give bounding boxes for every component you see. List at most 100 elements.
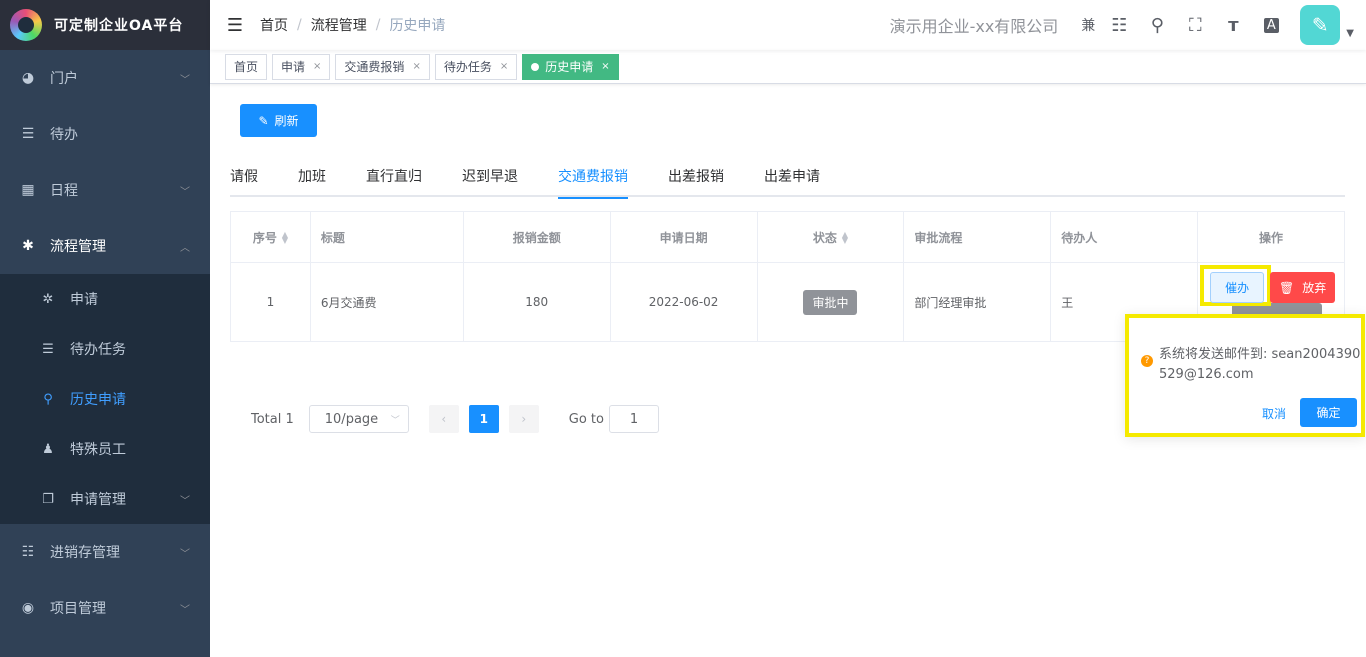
tab-item[interactable]: 迟到早退: [442, 164, 538, 197]
cell-date: 2022-06-02: [609, 262, 758, 342]
tag-label: 历史申请: [545, 60, 594, 74]
breadcrumb-current: 历史申请: [389, 18, 446, 34]
prev-page-button[interactable]: ‹: [428, 405, 459, 433]
list-icon: ☰: [21, 126, 35, 142]
task-list-icon: ☰: [42, 341, 54, 357]
sidebar-item[interactable]: ☰ 待办: [0, 106, 210, 162]
sidebar-item[interactable]: ⚲ 历史申请: [0, 374, 210, 424]
sidebar-item-label: 申请: [70, 292, 98, 308]
sidebar-item-label: 流程管理: [50, 239, 106, 255]
urge-button[interactable]: 催办: [1210, 272, 1265, 303]
tab-item[interactable]: 加班: [278, 164, 346, 197]
tab-item[interactable]: 出差报销: [648, 164, 744, 197]
tag-item[interactable]: 历史申请 ×: [522, 53, 619, 80]
search-icon[interactable]: ⚲: [1138, 15, 1176, 36]
cell-title: 6月交通费: [309, 262, 464, 342]
breadcrumb-separator: /: [375, 17, 381, 33]
sort-icon[interactable]: ▲ ▼: [842, 231, 848, 245]
close-icon[interactable]: ×: [313, 61, 321, 72]
sidebar-item[interactable]: ▦ 日程 ﹀: [0, 162, 210, 218]
th-amount: 报销金额: [462, 211, 611, 263]
page-number-current[interactable]: 1: [468, 405, 499, 433]
app-title: 可定制企业OA平台: [54, 18, 184, 34]
sidebar-item[interactable]: ☰ 待办任务: [0, 324, 210, 374]
tag-label: 交通费报销: [344, 60, 405, 74]
sidebar-item-label: 门户: [50, 71, 78, 87]
copy-icon: ❐: [42, 491, 54, 507]
abandon-button[interactable]: 🗑 放弃: [1270, 272, 1336, 303]
th-actions: 操作: [1197, 211, 1345, 263]
chevron-icon: ﹀: [180, 74, 190, 86]
tabs: 请假 加班 直行直归 迟到早退 交通费报销 出差报销 出差申请: [230, 164, 1345, 199]
breadcrumb-workflow[interactable]: 流程管理: [311, 15, 367, 35]
chevron-icon: ︿: [180, 242, 190, 254]
tab-item[interactable]: 交通费报销: [538, 164, 648, 199]
sidebar-item[interactable]: ✲ 申请: [0, 274, 210, 324]
page-size-select[interactable]: 10/page ﹀: [308, 405, 409, 433]
sidebar-item[interactable]: ☷ 进销存管理 ﹀: [0, 524, 210, 580]
tag-item[interactable]: 交通费报销 ×: [335, 53, 430, 80]
pagination-total: Total 1: [251, 411, 294, 427]
abandon-label: 放弃: [1302, 281, 1327, 295]
breadcrumb-separator: /: [297, 17, 302, 33]
hamburger-icon[interactable]: ☰: [210, 15, 260, 36]
fullscreen-icon[interactable]: ⛶: [1176, 15, 1214, 36]
eye-icon: ◉: [21, 600, 35, 616]
trash-icon: 🗑: [1278, 280, 1295, 295]
th-flow: 审批流程: [903, 211, 1052, 263]
cell-index: 1: [230, 262, 311, 342]
cell-status: 审批中: [756, 262, 905, 342]
menu-tree-icon[interactable]: ☷: [1100, 15, 1138, 36]
company-name: 演示用企业-xx有限公司: [889, 17, 1059, 36]
status-badge: 审批中: [803, 289, 858, 315]
part-time-label[interactable]: 兼: [1076, 15, 1100, 35]
goto-input[interactable]: 1: [608, 405, 659, 433]
sidebar-item[interactable]: ✱ 流程管理 ︿: [0, 218, 210, 274]
chevron-down-icon: ﹀: [390, 415, 400, 426]
user-icon: ♟: [42, 441, 54, 457]
tab-item[interactable]: 直行直归: [346, 164, 442, 197]
cancel-button[interactable]: 取消: [1262, 405, 1286, 422]
avatar[interactable]: ✎: [1300, 5, 1341, 45]
tree-table-icon: ☷: [21, 544, 35, 560]
dashboard-icon: ◕: [21, 70, 35, 86]
popconfirm: ? 系统将发送邮件到: sean2004390529@126.com 取消 确定: [1125, 314, 1365, 437]
sidebar-item-label: 待办: [50, 127, 78, 143]
breadcrumb-home[interactable]: 首页: [260, 15, 288, 35]
sidebar-item-label: 进销存管理: [50, 545, 120, 561]
apply-icon: ✲: [42, 291, 54, 307]
sidebar-item-label: 待办任务: [70, 342, 126, 358]
close-icon[interactable]: ×: [601, 61, 609, 72]
caret-down-icon[interactable]: ▼: [1346, 12, 1354, 39]
sidebar-item[interactable]: ◉ 项目管理 ﹀: [0, 580, 210, 636]
tab-item[interactable]: 出差申请: [744, 164, 840, 197]
next-page-button[interactable]: ›: [508, 405, 539, 433]
confirm-button[interactable]: 确定: [1300, 398, 1357, 427]
refresh-button[interactable]: ✎ 刷新: [240, 104, 317, 137]
close-icon[interactable]: ×: [412, 61, 420, 72]
logo[interactable]: 可定制企业OA平台: [0, 0, 210, 50]
font-size-icon[interactable]: т: [1214, 15, 1252, 36]
sidebar-item-label: 申请管理: [70, 492, 126, 508]
translate-icon[interactable]: A: [1252, 17, 1290, 33]
th-index[interactable]: 序号 ▲ ▼: [230, 211, 311, 263]
th-status[interactable]: 状态 ▲ ▼: [756, 211, 905, 263]
active-dot-icon: [531, 62, 540, 71]
close-icon[interactable]: ×: [500, 61, 508, 72]
tag-item[interactable]: 待办任务 ×: [434, 53, 518, 80]
sort-icon[interactable]: ▲ ▼: [282, 231, 288, 245]
tag-item[interactable]: 申请 ×: [272, 53, 331, 80]
tag-label: 待办任务: [443, 60, 492, 74]
goto-label: Go to: [568, 411, 604, 427]
th-assignee: 待办人: [1050, 211, 1199, 263]
logo-icon: [10, 9, 42, 41]
sidebar-item[interactable]: ❐ 申请管理 ﹀: [0, 474, 210, 524]
workflow-icon: ✱: [22, 238, 34, 254]
sidebar-item[interactable]: ◕ 门户 ﹀: [0, 50, 210, 106]
edit-icon: ✎: [258, 113, 269, 128]
sidebar-item[interactable]: ♟ 特殊员工: [0, 424, 210, 474]
chevron-icon: ﹀: [180, 495, 190, 507]
tab-item[interactable]: 请假: [230, 164, 278, 197]
sidebar: 可定制企业OA平台 ◕ 门户 ﹀ ☰ 待办 ▦ 日程 ﹀ ✱ 流程管理 ︿ ✲ 申请 ☰ 待办任务 ⚲ 历史申…: [0, 0, 210, 657]
tag-item[interactable]: 首页: [225, 53, 268, 80]
